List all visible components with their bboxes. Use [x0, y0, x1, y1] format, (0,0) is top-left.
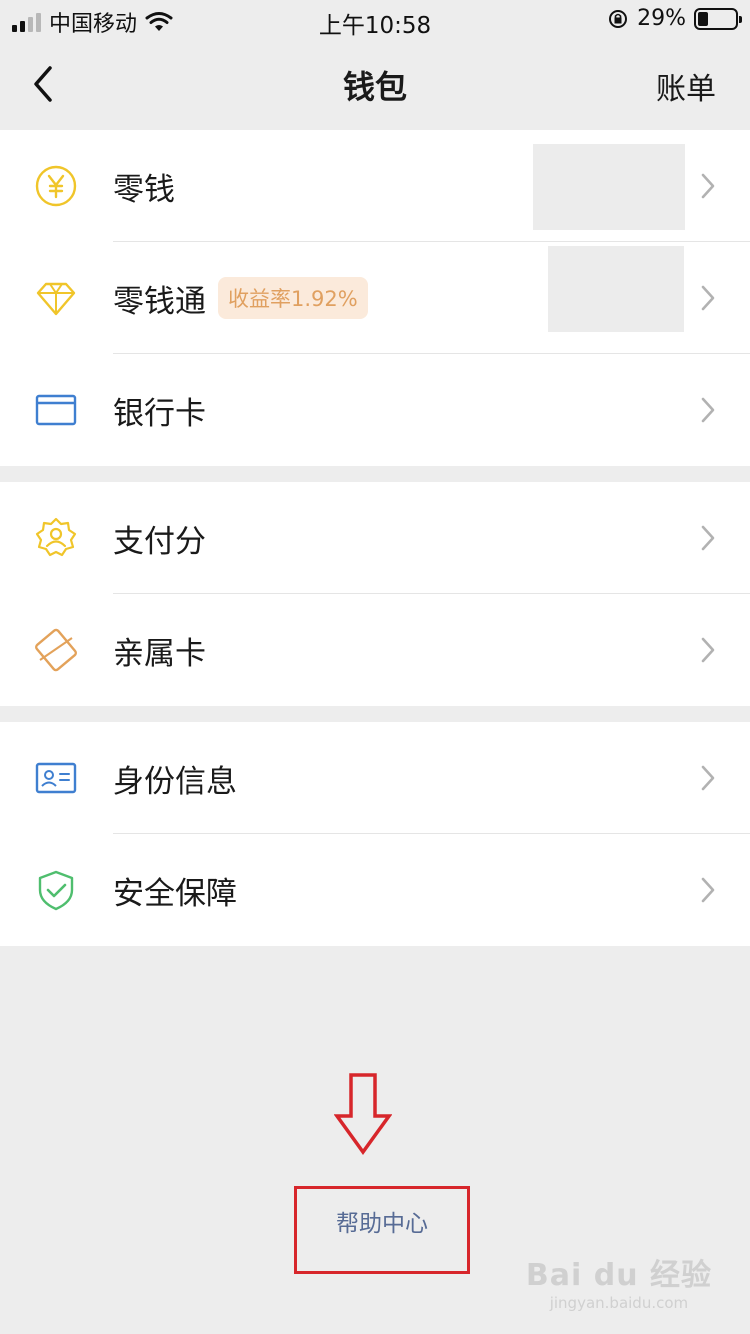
yield-badge: 收益率1.92% [218, 277, 368, 319]
menu-item-label: 亲属卡 [113, 635, 206, 672]
bill-button[interactable]: 账单 [656, 64, 716, 108]
rotation-lock-icon [609, 9, 628, 28]
status-right: 29% [607, 6, 742, 31]
watermark: Bai du 经验 jingyan.baidu.com [526, 1250, 712, 1312]
chevron-right-icon [701, 397, 715, 423]
menu-item-change[interactable]: 零钱 [0, 130, 750, 242]
menu-item-lingqiantong[interactable]: 零钱通 收益率1.92% [0, 242, 750, 354]
menu-item-pay-score[interactable]: 支付分 [0, 482, 750, 594]
watermark-main: Bai du 经验 [525, 1258, 712, 1293]
menu-item-label: 零钱通 收益率1.92% [113, 242, 368, 354]
yuan-coin-icon [35, 165, 77, 207]
menu-item-label: 银行卡 [113, 395, 206, 432]
menu-item-security[interactable]: 安全保障 [0, 834, 750, 946]
chevron-right-icon [701, 525, 715, 551]
chevron-right-icon [701, 765, 715, 791]
help-center-link[interactable]: 帮助中心 [296, 1204, 468, 1238]
menu-item-family-card[interactable]: 亲属卡 [0, 594, 750, 706]
badge-person-icon [35, 517, 77, 557]
menu-item-label: 支付分 [113, 523, 206, 560]
id-card-icon [35, 762, 77, 794]
balance-redacted [533, 144, 685, 230]
chevron-right-icon [701, 637, 715, 663]
balance-redacted [548, 246, 684, 332]
shield-check-icon [38, 870, 74, 911]
diamond-icon [36, 282, 76, 316]
menu-item-label: 身份信息 [113, 763, 237, 800]
chevron-right-icon [701, 173, 715, 199]
family-card-icon [35, 628, 77, 672]
battery-percent: 29% [637, 6, 686, 31]
card-icon [35, 394, 77, 426]
menu-item-bank-card[interactable]: 银行卡 [0, 354, 750, 466]
wallet-group-services: 支付分 亲属卡 [0, 482, 750, 706]
chevron-right-icon [701, 877, 715, 903]
watermark-sub: jingyan.baidu.com [549, 1294, 689, 1312]
page-title: 钱包 [342, 68, 407, 106]
menu-item-text: 零钱通 [113, 283, 206, 320]
chevron-right-icon [701, 285, 715, 311]
menu-item-identity[interactable]: 身份信息 [0, 722, 750, 834]
status-bar: 中国移动 上午10:58 29% [0, 0, 750, 40]
menu-item-label: 安全保障 [113, 875, 237, 912]
arrow-down-icon [334, 1073, 392, 1155]
help-area: 帮助中心 Bai du 经验 jingyan.baidu.com [0, 946, 750, 1334]
wallet-group-security: 身份信息 安全保障 [0, 722, 750, 946]
menu-item-label: 零钱 [113, 171, 175, 208]
nav-bar: 钱包 账单 [0, 40, 750, 128]
wallet-group-funds: 零钱 零钱通 收益率1.92% 银行卡 [0, 130, 750, 466]
battery-icon [694, 7, 742, 30]
